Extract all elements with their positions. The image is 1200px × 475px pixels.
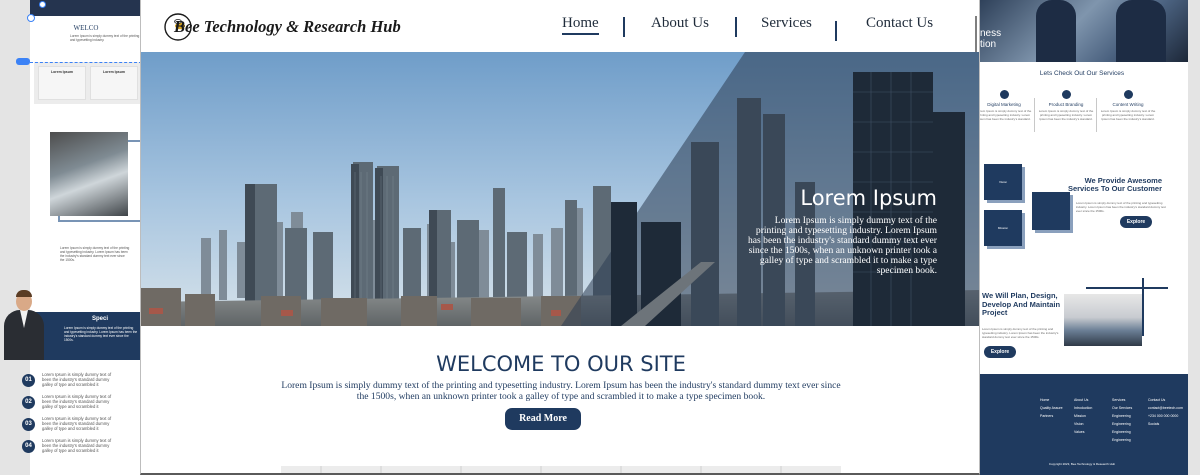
left-artboard-intro: Lorem Ipsum is simply dummy text of the … — [70, 34, 140, 42]
left-artboard-card: Lorem Ipsum — [90, 66, 138, 100]
hero-title: Lorem Ipsum — [800, 186, 937, 210]
right-artboard-footer: Home Quality Assure Partners About Us In… — [976, 374, 1188, 475]
explore-button[interactable]: Explore — [984, 346, 1016, 358]
nav-separator — [623, 17, 625, 37]
step-item: 01 Lorem Ipsum is simply dummy text of b… — [22, 372, 142, 392]
step-number: 03 — [22, 418, 35, 431]
plan-text: Lorem Ipsum is simply dummy text of the … — [982, 327, 1059, 339]
footer-column: Home Quality Assure Partners — [1040, 398, 1063, 418]
step-item: 04 Lorem Ipsum is simply dummy text of b… — [22, 438, 142, 458]
globe-icon — [999, 90, 1009, 99]
nav-home[interactable]: Home — [562, 15, 599, 35]
selection-guide — [30, 62, 142, 63]
pen-icon — [1123, 90, 1133, 99]
hero-text: Lorem Ipsum is simply dummy text of the … — [747, 215, 937, 276]
nav-separator — [735, 17, 737, 37]
businessman-photo — [2, 290, 46, 360]
businessman-figure — [1036, 0, 1076, 62]
decor-line — [1142, 278, 1144, 336]
selection-handle[interactable] — [39, 1, 46, 8]
specialist-band: Speci Lorem Ipsum is simply dummy text o… — [30, 312, 142, 360]
step-number: 02 — [22, 396, 35, 409]
welcome-title: WELCOME TO OUR SITE — [436, 352, 686, 376]
step-number: 01 — [22, 374, 35, 387]
office-photo — [50, 132, 128, 216]
left-artboard-card: Lorem Ipsum — [38, 66, 86, 100]
nav-about-us[interactable]: About Us — [651, 15, 709, 32]
provide-title: We Provide Awesome Services To Our Custo… — [1067, 176, 1162, 193]
divider — [1034, 98, 1035, 132]
mission-box: Mission — [984, 210, 1022, 246]
divider — [1096, 98, 1097, 132]
footer-column: Services Our Services Engineering Engine… — [1112, 398, 1133, 442]
website-preview[interactable]: Bee Technology & Research Hub Home About… — [140, 0, 980, 475]
decorative-frame — [281, 466, 841, 473]
read-more-button[interactable]: Read More — [505, 408, 581, 430]
businessman-figure — [1116, 0, 1166, 62]
welcome-text: Lorem Ipsum is simply dummy text of the … — [281, 380, 841, 402]
services-title: Lets Check Out Our Services — [1039, 70, 1125, 77]
right-artboard[interactable]: ness tion Lets Check Out Our Services Di… — [976, 0, 1188, 475]
decor-line — [1086, 287, 1168, 289]
footer-copyright: Copyright 2023, Bee Technology & Researc… — [1048, 462, 1116, 466]
specialist-band-text: Lorem Ipsum is simply dummy text of the … — [64, 326, 138, 342]
service-item: Content Writing Lorem Ipsum is simply du… — [1100, 90, 1156, 121]
vision-box: Vision — [984, 164, 1022, 200]
provide-text: Lorem Ipsum is simply dummy text of the … — [1076, 201, 1166, 213]
left-artboard-heading: WELCO — [73, 24, 99, 32]
step-item: 02 Lorem Ipsum is simply dummy text of b… — [22, 394, 142, 414]
brand-name[interactable]: Bee Technology & Research Hub — [174, 17, 401, 37]
left-artboard-topbar — [30, 0, 142, 16]
navbar: Bee Technology & Research Hub Home About… — [141, 0, 979, 52]
right-artboard-hero-text: ness tion — [980, 28, 1002, 50]
resize-handle[interactable] — [16, 58, 30, 65]
plan-title: We Will Plan, Design, Develop And Mainta… — [982, 291, 1061, 317]
welcome-section: WELCOME TO OUR SITE Lorem Ipsum is simpl… — [141, 326, 979, 473]
service-item: Digital Marketing Lorem Ipsum is simply … — [976, 90, 1032, 121]
design-canvas: WELCO Lorem Ipsum is simply dummy text o… — [0, 0, 1200, 475]
left-artboard-caption: Lorem Ipsum is simply dummy text of the … — [60, 246, 130, 262]
nav-contact-us[interactable]: Contact Us — [866, 15, 933, 32]
right-artboard-hero: ness tion — [976, 0, 1188, 62]
step-number: 04 — [22, 440, 35, 453]
values-box — [1032, 192, 1070, 230]
team-photo — [1064, 294, 1142, 346]
nav-services[interactable]: Services — [761, 15, 812, 32]
selection-handle[interactable] — [27, 14, 35, 22]
brand-icon — [1061, 90, 1071, 99]
step-item: 03 Lorem Ipsum is simply dummy text of b… — [22, 416, 142, 436]
footer-column: Contact Us contact@beetech.com +234 000 … — [1148, 398, 1183, 426]
service-item: Product Branding Lorem Ipsum is simply d… — [1038, 90, 1094, 121]
canvas-scrollbar[interactable] — [1188, 0, 1200, 475]
explore-button[interactable]: Explore — [1120, 216, 1152, 228]
left-artboard-cards: Lorem Ipsum Lorem Ipsum — [34, 62, 142, 104]
nav-separator — [835, 21, 837, 41]
footer-column: About Us Introduction Mission Vision Val… — [1074, 398, 1093, 434]
hero-banner: Lorem Ipsum Lorem Ipsum is simply dummy … — [141, 52, 979, 326]
